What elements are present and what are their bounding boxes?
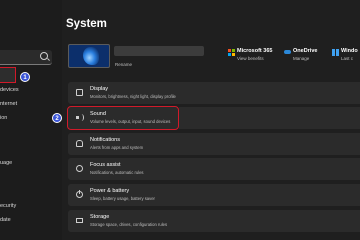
power-battery-card[interactable]: Power & battery Sleep, battery usage, ba… [68, 184, 360, 206]
sidebar-item-devices[interactable]: devices [0, 86, 19, 95]
sidebar-item-internet[interactable]: nternet [0, 100, 17, 109]
onedrive-icon [284, 50, 291, 54]
card-description: Notifications, automatic rules [90, 170, 144, 175]
search-icon[interactable] [40, 52, 48, 60]
app-subtitle: View benefits [237, 56, 264, 61]
step-badge-2: 2 [52, 113, 62, 123]
sidebar-item-system-selected[interactable] [0, 67, 16, 83]
moon-icon [76, 165, 83, 172]
windows-bloom-image [83, 47, 99, 65]
app-title: OneDrive [293, 48, 318, 54]
sound-icon [76, 114, 84, 121]
app-subtitle: Manage [293, 56, 310, 61]
rename-link[interactable]: Rename [115, 62, 132, 67]
app-title: Windo [341, 48, 358, 54]
bell-icon [76, 140, 83, 147]
card-description: Storage space, drives, configuration rul… [90, 222, 168, 227]
sidebar-item-language[interactable]: uage [0, 159, 12, 168]
microsoft-icon [228, 49, 235, 56]
windows-update-icon [332, 49, 339, 56]
app-title: Microsoft 365 [237, 48, 273, 54]
settings-window: 1 devices nternet ion uage ecurity date … [0, 0, 360, 240]
focus-assist-card[interactable]: Focus assist Notifications, automatic ru… [68, 158, 360, 180]
device-name-redacted [114, 46, 204, 56]
search-input[interactable] [0, 50, 52, 65]
card-title: Sound [90, 111, 106, 117]
card-description: Volume levels, output, input, sound devi… [90, 119, 171, 124]
sidebar-item-personalization[interactable]: ion [0, 114, 7, 123]
notifications-card[interactable]: Notifications Alerts from apps and syste… [68, 133, 360, 155]
card-title: Focus assist [90, 162, 121, 168]
power-icon [76, 190, 83, 198]
app-subtitle: Last c [341, 56, 354, 61]
device-wallpaper-thumbnail [68, 44, 110, 68]
card-description: Alerts from apps and system [90, 145, 144, 150]
display-card[interactable]: Display Monitors, brightness, night ligh… [68, 82, 360, 104]
card-title: Power & battery [90, 188, 130, 194]
card-title: Storage [90, 214, 110, 220]
sound-card[interactable]: Sound Volume levels, output, input, soun… [67, 106, 179, 130]
card-description: Monitors, brightness, night light, displ… [90, 94, 176, 99]
step-badge-1: 1 [20, 72, 30, 82]
sound-card-background [179, 107, 360, 129]
sidebar-item-update[interactable]: date [0, 216, 11, 225]
display-icon [76, 89, 83, 96]
storage-card[interactable]: Storage Storage space, drives, configura… [68, 210, 360, 232]
card-title: Display [90, 86, 109, 92]
card-title: Notifications [90, 137, 120, 143]
page-title: System [66, 18, 107, 30]
storage-icon [76, 218, 83, 223]
card-description: Sleep, battery usage, battery saver [90, 196, 155, 201]
sidebar-item-security[interactable]: ecurity [0, 202, 16, 211]
